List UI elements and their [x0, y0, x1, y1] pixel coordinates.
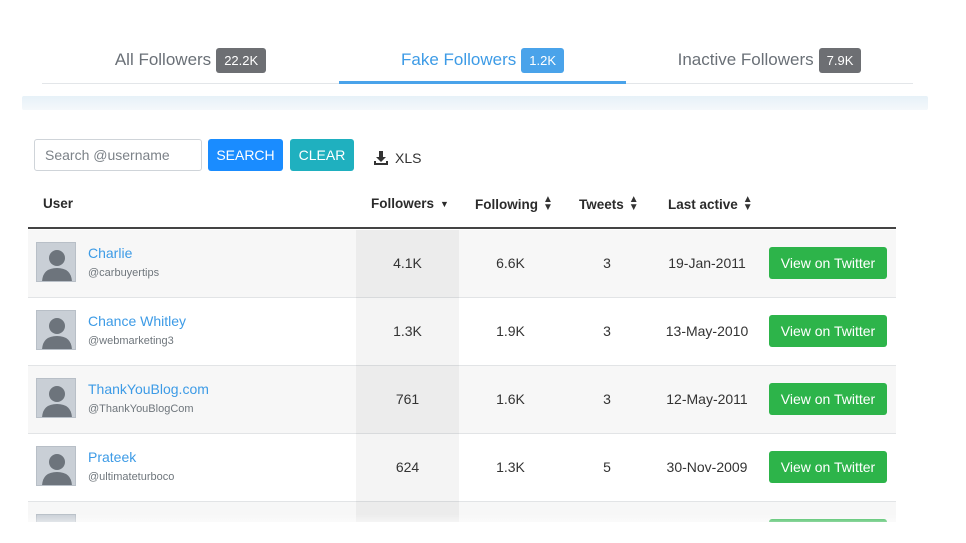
user-name-link[interactable]: ThankYouBlog.com: [88, 381, 209, 397]
user-name-link[interactable]: Chance Whitley: [88, 313, 186, 329]
scroll-fade: [0, 514, 966, 543]
table-row: Prateek @ultimateturboco 624 1.3K 5 30-N…: [28, 434, 896, 502]
default-user-icon: [42, 386, 72, 417]
column-header-last-active[interactable]: Last active ▲ ▼: [668, 194, 753, 213]
export-label: XLS: [395, 150, 422, 166]
view-on-twitter-button[interactable]: View on Twitter: [769, 315, 887, 347]
search-input[interactable]: [34, 139, 202, 171]
tab-label: Inactive Followers: [677, 50, 814, 69]
search-button[interactable]: SEARCH: [208, 139, 283, 171]
count-badge: 7.9K: [818, 47, 862, 73]
avatar: [36, 310, 76, 350]
user-handle: @ThankYouBlogCom: [88, 403, 194, 415]
column-header-tweets[interactable]: Tweets ▲ ▼: [579, 194, 639, 213]
last-active-date: 12-May-2011: [666, 391, 748, 407]
tab-label: All Followers: [114, 50, 212, 69]
following-count: 1.6K: [496, 391, 525, 407]
tweets-count: 3: [603, 323, 611, 339]
default-user-icon: [42, 250, 72, 281]
count-badge: 22.2K: [216, 47, 267, 73]
user-name-link[interactable]: Prateek: [88, 449, 136, 465]
follower-tabs: All Followers 22.2K Fake Followers 1.2K …: [42, 36, 913, 84]
column-header-following[interactable]: Following ▲ ▼: [475, 194, 553, 213]
table-row: ThankYouBlog.com @ThankYouBlogCom 761 1.…: [28, 366, 896, 434]
download-icon: [374, 151, 388, 165]
table-header: User Followers ▼ Following ▲ ▼ Tweets ▲ ▼ …: [28, 180, 896, 229]
avatar: [36, 242, 76, 282]
default-user-icon: [42, 454, 72, 485]
followers-table-body: Charlie @carbuyertips 4.1K 6.6K 3 19-Jan…: [28, 230, 896, 522]
following-count: 1.9K: [496, 323, 525, 339]
followers-count: 624: [395, 459, 420, 475]
table-row: Charlie @carbuyertips 4.1K 6.6K 3 19-Jan…: [28, 230, 896, 298]
user-handle: @ultimateturboco: [88, 471, 175, 483]
tab-label: Fake Followers: [400, 50, 517, 69]
view-on-twitter-button[interactable]: View on Twitter: [769, 383, 887, 415]
view-on-twitter-button[interactable]: View on Twitter: [769, 451, 887, 483]
user-name-link[interactable]: Charlie: [88, 245, 132, 261]
count-badge: 1.2K: [521, 47, 564, 73]
column-header-user: User: [43, 196, 74, 211]
following-count: 1.3K: [496, 459, 525, 475]
tweets-count: 3: [603, 391, 611, 407]
following-count: 6.6K: [496, 255, 525, 271]
active-tab-indicator: [339, 81, 626, 84]
followers-count: 1.3K: [393, 323, 422, 339]
last-active-date: 19-Jan-2011: [668, 255, 746, 271]
table-row: Chance Whitley @webmarketing3 1.3K 1.9K …: [28, 298, 896, 366]
tab-fake-followers[interactable]: Fake Followers 1.2K: [339, 36, 626, 84]
avatar: [36, 446, 76, 486]
tab-all-followers[interactable]: All Followers 22.2K: [42, 36, 339, 84]
export-xls-button[interactable]: XLS: [374, 148, 421, 168]
panel-divider: [22, 96, 928, 110]
last-active-date: 30-Nov-2009: [666, 459, 748, 475]
last-active-date: 13-May-2010: [665, 323, 749, 339]
avatar: [36, 378, 76, 418]
tweets-count: 3: [603, 255, 611, 271]
sort-desc-icon: ▼: [440, 198, 449, 209]
tab-inactive-followers[interactable]: Inactive Followers 7.9K: [626, 36, 913, 84]
column-header-followers[interactable]: Followers ▼: [371, 196, 449, 211]
default-user-icon: [42, 318, 72, 349]
view-on-twitter-button[interactable]: View on Twitter: [769, 247, 887, 279]
user-handle: @webmarketing3: [88, 335, 174, 347]
followers-count: 761: [395, 391, 420, 407]
clear-button[interactable]: CLEAR: [290, 139, 354, 171]
sort-icon: ▲ ▼: [742, 194, 753, 213]
user-handle: @carbuyertips: [88, 267, 160, 279]
sort-icon: ▲ ▼: [628, 194, 639, 213]
sort-icon: ▲ ▼: [543, 194, 553, 213]
tweets-count: 5: [603, 459, 611, 475]
followers-count: 4.1K: [393, 255, 422, 271]
